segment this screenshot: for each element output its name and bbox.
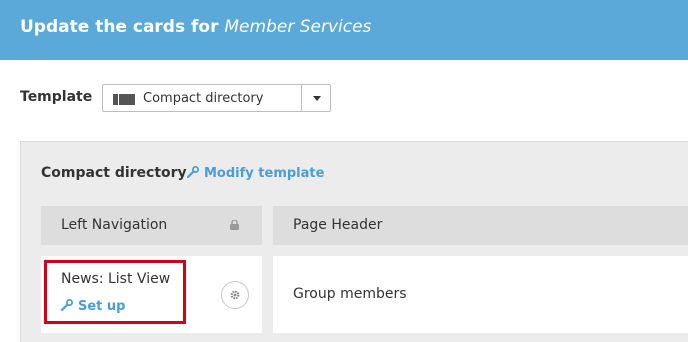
page-title: Update the cards for Member Services xyxy=(20,17,371,37)
modify-template-link[interactable]: Modify template xyxy=(187,166,324,181)
column-header-page-header: Page Header xyxy=(273,206,688,245)
wrench-icon xyxy=(187,166,199,178)
lock-icon xyxy=(230,220,239,230)
gear-icon xyxy=(230,290,240,300)
card-settings-button[interactable] xyxy=(221,281,249,309)
panel-title: Compact directory xyxy=(41,165,187,181)
template-label: Template xyxy=(20,89,93,105)
column-left-label: Left Navigation xyxy=(61,217,168,233)
card-title: Group members xyxy=(293,286,407,302)
page-header: Update the cards for Member Services xyxy=(0,0,688,60)
template-select[interactable]: Compact directory xyxy=(102,84,331,112)
column-header-left-navigation: Left Navigation xyxy=(41,206,262,245)
template-select-value: Compact directory xyxy=(143,91,264,106)
modify-template-label: Modify template xyxy=(204,166,325,181)
layout-icon xyxy=(113,94,135,105)
group-name: Member Services xyxy=(224,17,372,37)
column-main-label: Page Header xyxy=(293,217,383,233)
caret-down-icon[interactable] xyxy=(313,96,321,101)
title-prefix: Update the cards for xyxy=(20,17,219,37)
select-divider xyxy=(301,85,302,111)
highlight-box xyxy=(44,260,186,324)
card-group-members[interactable]: Group members xyxy=(273,256,688,333)
